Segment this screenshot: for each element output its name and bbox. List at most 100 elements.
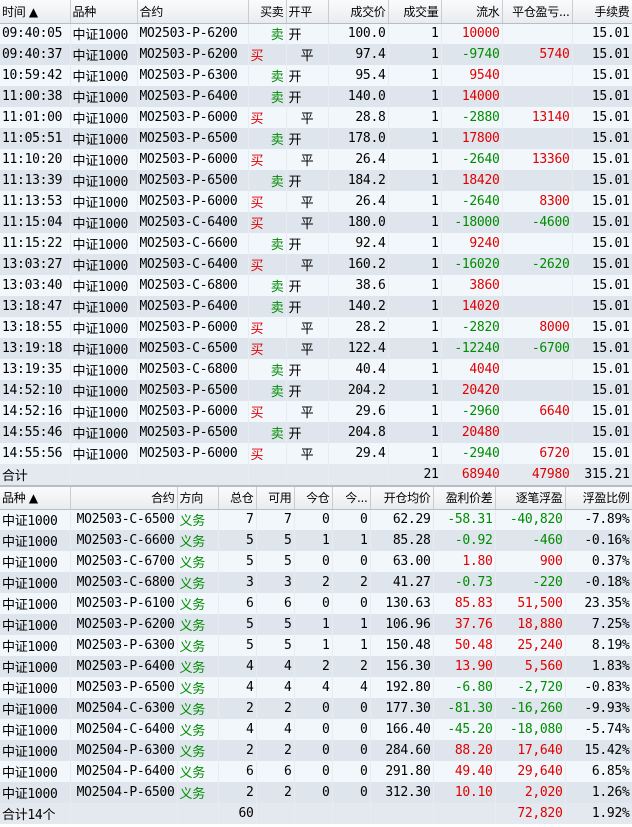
cell-total-pos: 5 <box>218 614 257 635</box>
cell-pnl-spread: 50.48 <box>433 635 496 656</box>
cell-pnl-spread: 10.10 <box>433 782 496 803</box>
cell-pnl-spread <box>433 803 496 824</box>
table-row[interactable]: 13:19:35 中证1000 MO2503-C-6800 卖开 40.4 1 4040 15… <box>0 359 632 380</box>
cell-fee: 15.01 <box>572 191 632 212</box>
table-row[interactable]: 13:18:55 中证1000 MO2503-P-6000 买平 28.2 1 -2820 8… <box>0 317 632 338</box>
column-header-close-pnl[interactable]: 平仓盈亏... <box>502 0 573 24</box>
table-row[interactable]: 11:13:39 中证1000 MO2503-P-6500 卖开 184.2 1 18420… <box>0 170 632 191</box>
cell-contract: MO2503-P-6000 <box>137 107 249 128</box>
table-row[interactable]: 13:03:27 中证1000 MO2503-C-6400 买平 160.2 1 -1602… <box>0 254 632 275</box>
cell-today-pos: 0 <box>294 509 333 530</box>
column-header-direction[interactable]: 方向 <box>177 485 219 510</box>
table-row[interactable]: 14:52:10 中证1000 MO2503-P-6500 卖开 204.2 1 20420… <box>0 380 632 401</box>
column-header-product[interactable]: 品种 ▲ <box>0 485 71 510</box>
table-row[interactable]: 中证1000 MO2503-C-6600 义务 5 5 1 1 85.28 -0.92 -460-… <box>0 530 632 551</box>
cell-float-ratio: 0.37% <box>565 551 632 572</box>
table-row[interactable]: 中证1000 MO2503-C-6500 义务 7 7 0 0 62.29 -58.31 -40,… <box>0 509 632 530</box>
cell-contract: MO2503-P-6000 <box>137 401 249 422</box>
table-row[interactable]: 中证1000 MO2503-P-6400 义务 4 4 2 2 156.30 13.90 5,56… <box>0 656 632 677</box>
table-row[interactable]: 中证1000 MO2503-P-6500 义务 4 4 4 4 192.80 -6.80 -2,7… <box>0 677 632 698</box>
table-row[interactable]: 11:15:04 中证1000 MO2503-C-6400 买平 180.0 1 -1800… <box>0 212 632 233</box>
column-header-available[interactable]: 可用 <box>256 485 295 510</box>
cell-close-pnl <box>502 296 573 317</box>
cell-today-available: 0 <box>332 698 371 719</box>
table-row[interactable]: 11:13:53 中证1000 MO2503-P-6000 买平 26.4 1 -2640 8… <box>0 191 632 212</box>
table-row[interactable]: 中证1000 MO2503-P-6200 义务 5 5 1 1 106.96 37.76 18,8… <box>0 614 632 635</box>
table-row[interactable]: 13:03:40 中证1000 MO2503-C-6800 卖开 38.6 1 3860 15… <box>0 275 632 296</box>
cell-fee: 15.01 <box>572 338 632 359</box>
cell-pnl-spread: -0.73 <box>433 572 496 593</box>
column-header-today-pos[interactable]: 今仓 <box>294 485 333 510</box>
cell-product: 中证1000 <box>0 677 71 698</box>
column-header-today-available[interactable]: 今... <box>332 485 371 510</box>
table-row[interactable]: 10:59:42 中证1000 MO2503-P-6300 卖开 95.4 1 9540 15… <box>0 65 632 86</box>
column-header-price[interactable]: 成交价 <box>328 0 389 24</box>
table-row[interactable]: 中证1000 MO2504-P-6300 义务 2 2 0 0 284.60 88.20 17,6… <box>0 740 632 761</box>
cell-time: 14:55:56 <box>0 443 71 464</box>
column-header-time[interactable]: 时间 ▲ <box>0 0 71 24</box>
cell-today-available: 1 <box>332 614 371 635</box>
cell-product: 中证1000 <box>70 359 138 380</box>
cell-today-available: 0 <box>332 509 371 530</box>
cell-close-pnl <box>502 422 573 443</box>
table-row[interactable]: 09:40:37 中证1000 MO2503-P-6200 买平 97.4 1 -9740 5… <box>0 44 632 65</box>
column-header-fee[interactable]: 手续费 <box>572 0 632 24</box>
table-row[interactable]: 中证1000 MO2504-C-6300 义务 2 2 0 0 177.30 -81.30 -16… <box>0 698 632 719</box>
table-row[interactable]: 中证1000 MO2504-C-6400 义务 4 4 0 0 166.40 -45.20 -18… <box>0 719 632 740</box>
cell-avg-open-price: 192.80 <box>370 677 434 698</box>
cell-price: 38.6 <box>328 275 389 296</box>
cell-open-close: 开 <box>286 296 329 317</box>
table-row[interactable]: 11:00:38 中证1000 MO2503-P-6400 卖开 140.0 1 14000… <box>0 86 632 107</box>
table-row[interactable]: 11:05:51 中证1000 MO2503-P-6500 卖开 178.0 1 17800… <box>0 128 632 149</box>
column-header-contract[interactable]: 合约 <box>137 0 249 24</box>
table-row[interactable]: 11:01:00 中证1000 MO2503-P-6000 买平 28.8 1 -2880 1… <box>0 107 632 128</box>
column-header-total-pos[interactable]: 总仓 <box>218 485 257 510</box>
table-row[interactable]: 13:18:47 中证1000 MO2503-P-6400 卖开 140.2 1 14020… <box>0 296 632 317</box>
cell-close-pnl: 8300 <box>502 191 573 212</box>
column-header-float-ratio[interactable]: 浮盈比例 <box>565 485 632 510</box>
table-row[interactable]: 中证1000 MO2503-C-6800 义务 3 3 2 2 41.27 -0.73 -220-… <box>0 572 632 593</box>
cell-side: 买 <box>248 401 287 422</box>
table-row[interactable]: 中证1000 MO2503-P-6300 义务 5 5 1 1 150.48 50.48 25,2… <box>0 635 632 656</box>
positions-header-row: 品种 ▲ 合约 方向 总仓 可用 今仓 今... 开仓均价 盈利价差 逐笔浮盈 浮盈比例 <box>0 485 632 510</box>
table-row[interactable]: 14:55:46 中证1000 MO2503-P-6500 卖开 204.8 1 20480… <box>0 422 632 443</box>
column-header-float-pnl[interactable]: 逐笔浮盈 <box>495 485 566 510</box>
column-header-pnl-spread[interactable]: 盈利价差 <box>433 485 496 510</box>
table-row[interactable]: 13:19:18 中证1000 MO2503-C-6500 买平 122.4 1 -1224… <box>0 338 632 359</box>
table-row[interactable]: 14:55:56 中证1000 MO2503-P-6000 买平 29.4 1 -2940 6… <box>0 443 632 464</box>
cell-product: 中证1000 <box>0 635 71 656</box>
table-row[interactable]: 中证1000 MO2503-P-6100 义务 6 6 0 0 130.63 85.83 51,5… <box>0 593 632 614</box>
table-row[interactable]: 14:52:16 中证1000 MO2503-P-6000 买平 29.6 1 -2960 6… <box>0 401 632 422</box>
column-header-cashflow[interactable]: 流水 <box>441 0 503 24</box>
column-header-side[interactable]: 买卖 <box>248 0 287 24</box>
cell-close-pnl <box>502 65 573 86</box>
table-row[interactable]: 11:15:22 中证1000 MO2503-C-6600 卖开 92.4 1 9240 15… <box>0 233 632 254</box>
column-header-volume[interactable]: 成交量 <box>388 0 442 24</box>
table-row[interactable]: 中证1000 MO2504-P-6500 义务 2 2 0 0 312.30 10.10 2,02… <box>0 782 632 803</box>
cell-volume: 1 <box>388 275 442 296</box>
cell-fee: 15.01 <box>572 23 632 44</box>
table-row[interactable]: 中证1000 MO2503-C-6700 义务 5 5 0 0 63.00 1.80 900 0.3… <box>0 551 632 572</box>
cell-direction: 义务 <box>177 761 219 782</box>
cell-volume: 1 <box>388 422 442 443</box>
cell-today-pos: 2 <box>294 656 333 677</box>
cell-float-pnl: -18,080 <box>495 719 566 740</box>
cell-contract: MO2504-P-6500 <box>70 782 178 803</box>
cell-today-available: 0 <box>332 719 371 740</box>
cell-float-pnl: -2,720 <box>495 677 566 698</box>
cell-fee: 15.01 <box>572 317 632 338</box>
cell-contract: MO2504-P-6300 <box>70 740 178 761</box>
column-header-product[interactable]: 品种 <box>70 0 138 24</box>
cell-side: 卖 <box>248 23 287 44</box>
total-row[interactable]: 合计 21 68940 47980 315.21 <box>0 464 632 485</box>
column-header-contract[interactable]: 合约 <box>70 485 178 510</box>
table-row[interactable]: 09:40:05 中证1000 MO2503-P-6200 卖开 100.0 1 10000… <box>0 23 632 44</box>
table-row[interactable]: 中证1000 MO2504-P-6400 义务 6 6 0 0 291.80 49.40 29,6… <box>0 761 632 782</box>
cell-time: 09:40:37 <box>0 44 71 65</box>
total-row[interactable]: 合计14个 60 72,820 1.92% <box>0 803 632 824</box>
cell-total-pos: 2 <box>218 782 257 803</box>
cell-time: 13:19:18 <box>0 338 71 359</box>
column-header-open-close[interactable]: 开平 <box>286 0 329 24</box>
column-header-avg-open-price[interactable]: 开仓均价 <box>370 485 434 510</box>
table-row[interactable]: 11:10:20 中证1000 MO2503-P-6000 买平 26.4 1 -2640 1… <box>0 149 632 170</box>
